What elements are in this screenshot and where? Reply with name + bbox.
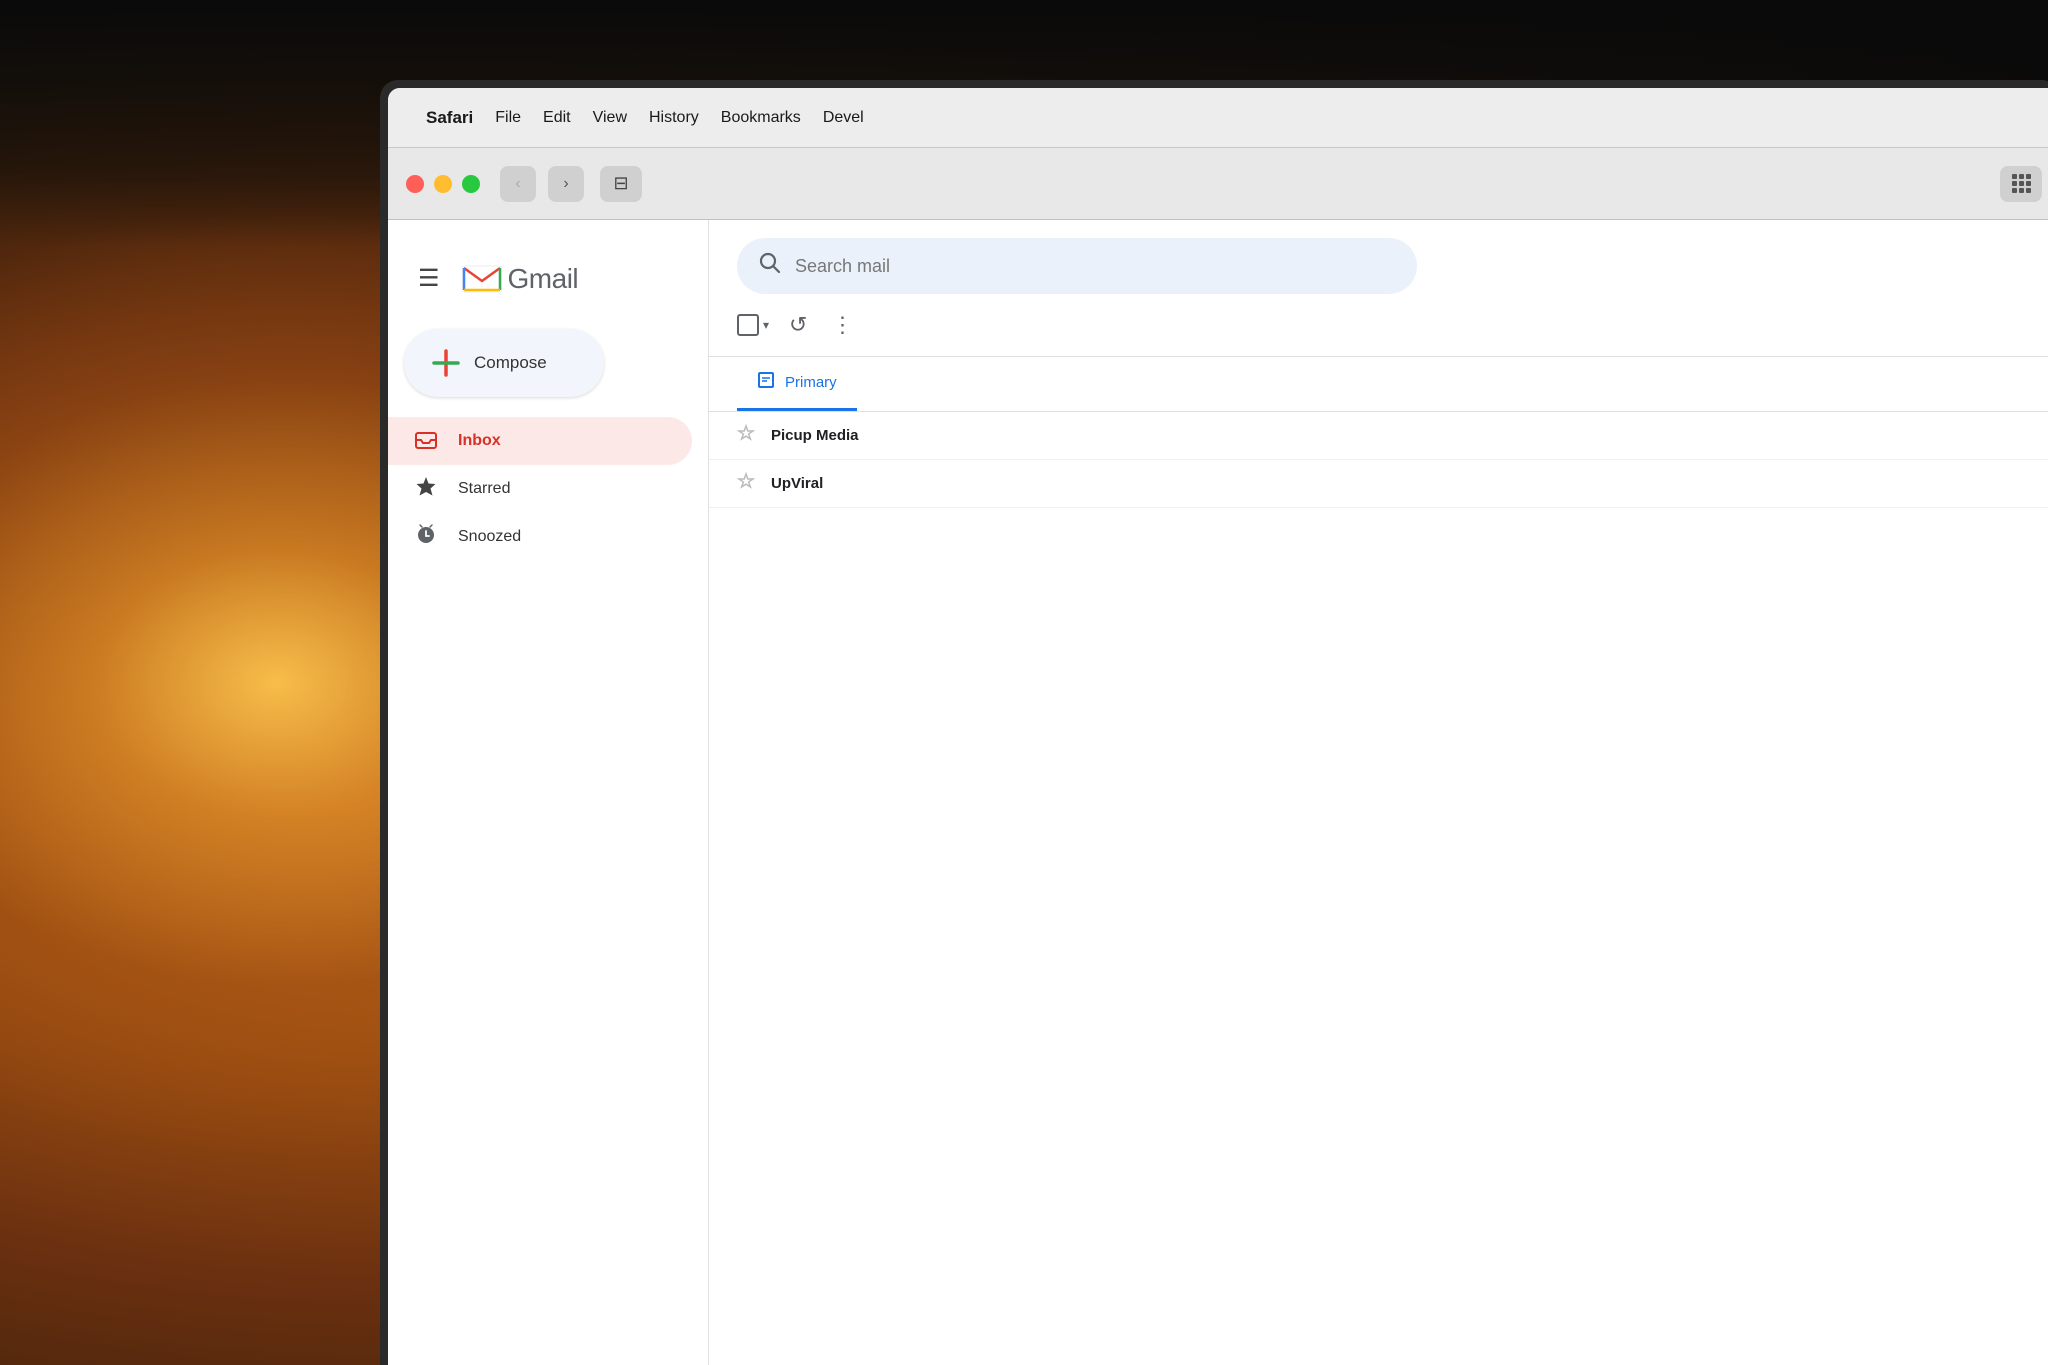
email-row[interactable]: Picup Media [709,412,2048,460]
menubar-view[interactable]: View [593,109,627,127]
gmail-m-logo [462,264,502,294]
compose-button[interactable]: Compose [404,329,604,397]
email-sender-1: Picup Media [771,427,971,444]
inbox-icon [412,427,440,455]
primary-tab-icon [757,371,775,394]
grid-dots-icon [2012,174,2031,193]
gmail-header: ☰ Gmail [388,240,708,313]
menubar-develop[interactable]: Devel [823,109,864,127]
email-list: Picup Media UpViral [709,412,2048,1365]
starred-label: Starred [458,480,510,498]
select-all-checkbox[interactable] [737,314,759,336]
email-star-2[interactable] [737,472,755,495]
menubar-history[interactable]: History [649,109,699,127]
gmail-logo: Gmail [462,263,579,295]
refresh-button[interactable]: ↺ [785,308,811,342]
email-toolbar: ▾ ↺ ⋮ [709,294,2048,357]
snoozed-icon [412,523,440,551]
inbox-tabs: Primary [709,357,2048,412]
back-arrow-icon: ‹ [515,175,520,193]
email-star-1[interactable] [737,424,755,447]
primary-tab-label: Primary [785,374,837,391]
close-button[interactable] [406,175,424,193]
main-header: Search mail [709,220,2048,294]
forward-button[interactable]: › [548,166,584,202]
gmail-content: ☰ Gmail [388,220,2048,1365]
macos-menubar: Safari File Edit View History Bookmarks … [388,88,2048,148]
select-all-dropdown[interactable]: ▾ [737,314,769,336]
search-bar[interactable]: Search mail [737,238,1417,294]
sidebar-item-starred[interactable]: Starred [388,465,692,513]
app-name-label[interactable]: Safari [426,108,473,128]
compose-plus-icon [432,349,460,377]
menubar-edit[interactable]: Edit [543,109,571,127]
sidebar-item-inbox[interactable]: Inbox [388,417,692,465]
back-button[interactable]: ‹ [500,166,536,202]
main-content: Search mail ▾ ↺ ⋮ [708,220,2048,1365]
menubar-bookmarks[interactable]: Bookmarks [721,109,801,127]
search-icon [759,252,781,280]
compose-section: Compose [388,313,708,417]
grid-view-button[interactable] [2000,166,2042,202]
traffic-lights [406,175,480,193]
inbox-label: Inbox [458,432,501,450]
starred-icon [412,475,440,503]
sidebar-item-snoozed[interactable]: Snoozed [388,513,692,561]
minimize-button[interactable] [434,175,452,193]
compose-label: Compose [474,353,547,373]
laptop-screen: Safari File Edit View History Bookmarks … [388,88,2048,1365]
select-dropdown-arrow[interactable]: ▾ [763,318,769,332]
menubar-file[interactable]: File [495,109,521,127]
sidebar-nav: Inbox Starred [388,417,708,561]
hamburger-menu-button[interactable]: ☰ [412,258,446,299]
email-row[interactable]: UpViral [709,460,2048,508]
laptop-frame: Safari File Edit View History Bookmarks … [380,80,2048,1365]
sidebar-toggle-icon: ⊟ [613,173,628,194]
email-sender-2: UpViral [771,475,971,492]
tab-primary[interactable]: Primary [737,357,857,411]
snoozed-label: Snoozed [458,528,521,546]
browser-chrome: ‹ › ⊟ [388,148,2048,220]
search-placeholder-text: Search mail [795,256,890,277]
gmail-sidebar: ☰ Gmail [388,220,708,1365]
more-options-button[interactable]: ⋮ [827,308,857,342]
forward-arrow-icon: › [563,175,568,193]
gmail-wordmark: Gmail [508,263,579,295]
fullscreen-button[interactable] [462,175,480,193]
sidebar-toggle-button[interactable]: ⊟ [600,166,642,202]
